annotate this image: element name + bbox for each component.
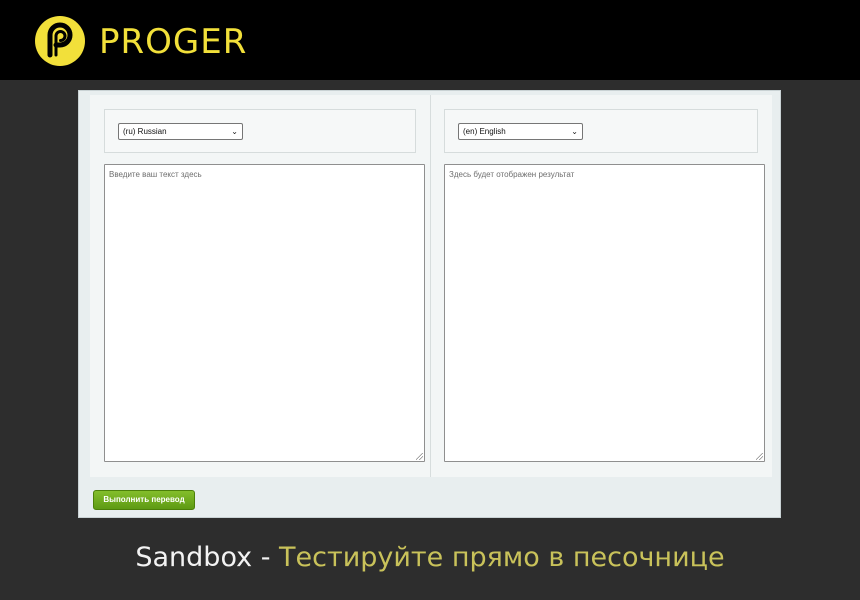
- source-panel: (ru) Russian ⌄ Введите ваш текст здесь: [90, 95, 431, 477]
- resize-grip-icon[interactable]: [756, 453, 763, 460]
- target-language-box: (en) English ⌄: [444, 109, 758, 153]
- source-text-input[interactable]: Введите ваш текст здесь: [104, 164, 425, 462]
- caption-prefix: Sandbox -: [135, 542, 280, 573]
- proger-logo-icon: [35, 16, 85, 66]
- resize-grip-icon[interactable]: [416, 453, 423, 460]
- source-language-select[interactable]: (ru) Russian ⌄: [118, 123, 243, 140]
- translate-button[interactable]: Выполнить перевод: [93, 490, 195, 510]
- brand-name: PROGER: [99, 22, 248, 62]
- target-language-select[interactable]: (en) English ⌄: [458, 123, 583, 140]
- chevron-down-icon: ⌄: [571, 127, 578, 136]
- translator-window: (ru) Russian ⌄ Введите ваш текст здесь (…: [78, 90, 781, 518]
- target-language-value: (en) English: [463, 127, 506, 136]
- target-panel: (en) English ⌄ Здесь будет отображен рез…: [431, 95, 772, 477]
- target-text-output[interactable]: Здесь будет отображен результат: [444, 164, 765, 462]
- source-language-box: (ru) Russian ⌄: [104, 109, 416, 153]
- source-language-value: (ru) Russian: [123, 127, 167, 136]
- top-bar: PROGER: [0, 0, 860, 80]
- caption-highlight: Тестируйте прямо в песочнице: [279, 542, 725, 573]
- caption: Sandbox - Тестируйте прямо в песочнице: [0, 542, 860, 573]
- chevron-down-icon: ⌄: [231, 127, 238, 136]
- source-placeholder: Введите ваш текст здесь: [109, 170, 202, 179]
- target-placeholder: Здесь будет отображен результат: [449, 170, 575, 179]
